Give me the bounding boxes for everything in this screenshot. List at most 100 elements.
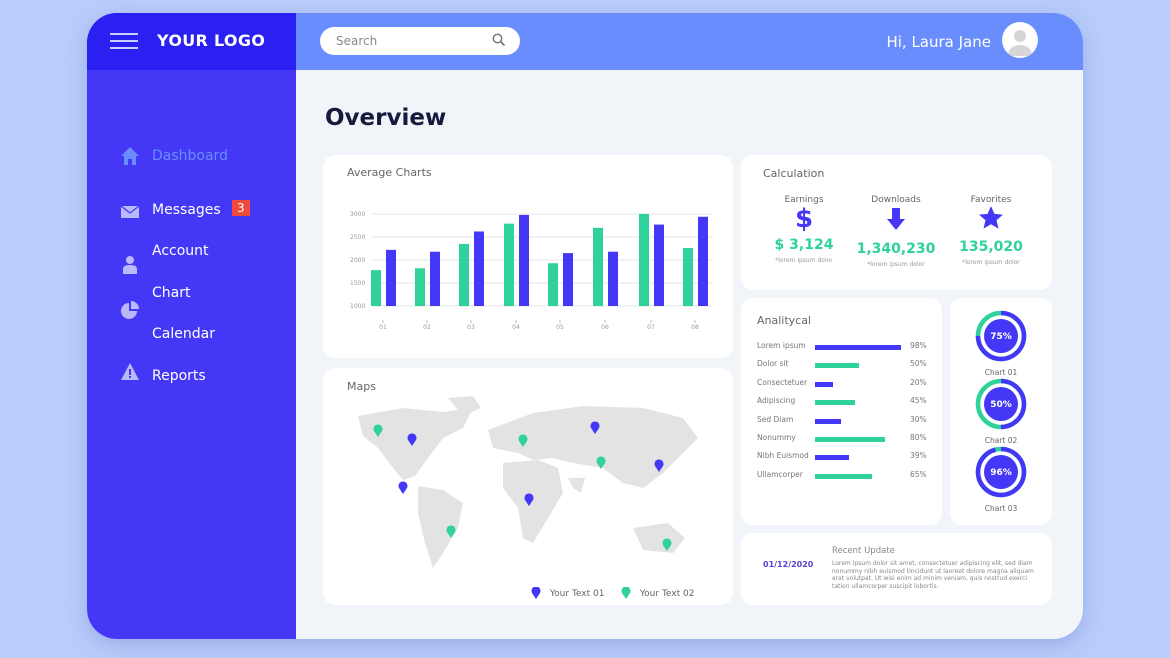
- row-percent: 50%: [910, 359, 927, 369]
- update-text: Lorem ipsum dolor sit amet, consectetuer…: [832, 560, 1034, 590]
- greeting: Hi, Laura Jane: [886, 33, 991, 51]
- envelope-icon: [120, 205, 140, 218]
- sidebar-item-label: Messages: [152, 202, 221, 218]
- sidebar-item-label: Calendar: [152, 326, 215, 342]
- page-title: Overview: [325, 105, 447, 131]
- row-label: Dolor sit: [757, 359, 789, 369]
- row-percent: 39%: [910, 451, 927, 461]
- map-pin-green-icon: [621, 586, 631, 599]
- donut-percent: 75%: [990, 332, 1012, 342]
- donut-percent: 96%: [990, 468, 1012, 478]
- progress-bar: [815, 473, 873, 479]
- x-tick-label: 08: [691, 324, 699, 331]
- sidebar: YOUR LOGO Dashboard Messages 3 Account C…: [87, 13, 296, 639]
- recent-update-card: 01/12/2020 Recent Update Lorem ipsum dol…: [741, 533, 1052, 605]
- map-pin-icon[interactable]: [398, 481, 408, 494]
- analytical-row: Adipiscing 45%: [757, 396, 927, 408]
- search-input[interactable]: Search: [320, 27, 520, 55]
- user-avatar-icon[interactable]: [1002, 22, 1038, 58]
- continents: [358, 396, 698, 568]
- map-pin-blue-icon: [531, 586, 541, 599]
- progress-bar: [815, 455, 850, 461]
- y-tick-label: 3000: [350, 211, 365, 218]
- analytical-row: Ullamcorper 65%: [757, 470, 927, 482]
- bar-04-series-2: [519, 214, 529, 306]
- row-percent: 80%: [910, 433, 927, 442]
- row-label: Adipiscing: [757, 396, 796, 406]
- hamburger-icon[interactable]: [110, 33, 138, 49]
- maps-card: Maps Your Text 01 Your Text 02: [323, 368, 733, 605]
- progress-bar: [815, 437, 886, 442]
- legend-item-02: Your Text 02: [621, 586, 694, 599]
- dollar-icon: $: [794, 204, 814, 234]
- dashboard-window: YOUR LOGO Dashboard Messages 3 Account C…: [87, 13, 1083, 639]
- row-percent: 98%: [910, 341, 927, 350]
- card-title: Calculation: [763, 167, 825, 180]
- average-charts-card: Average Charts 3000 2500 2000 1500 1000 01 02 0…: [323, 155, 733, 358]
- top-bar: Search Hi, Laura Jane: [296, 13, 1083, 70]
- bar-05-series-2: [563, 253, 573, 306]
- stat-earnings: Earnings $ $ 3,124 *lorem ipsum dolor: [754, 195, 854, 264]
- bar-08-series-2: [698, 216, 708, 306]
- progress-bar: [815, 381, 833, 387]
- bar-05-series-1: [548, 263, 558, 306]
- update-date: 01/12/2020: [763, 560, 814, 569]
- arrow-down-icon: [887, 208, 905, 230]
- y-tick-label: 2500: [350, 234, 365, 241]
- analytical-row: Sed Diam 30%: [757, 415, 927, 427]
- row-label: Ullamcorper: [757, 469, 803, 479]
- y-tick-label: 1500: [350, 280, 365, 287]
- donut-label: Chart 01: [984, 368, 1018, 377]
- calculation-card: Calculation Earnings $ $ 3,124 *lorem ip…: [741, 155, 1052, 290]
- row-label: Lorem ipsum: [757, 341, 806, 350]
- row-label: Nonummy: [757, 433, 796, 442]
- donut-chart: 75% Chart 01: [975, 310, 1027, 377]
- x-tick-label: 01: [379, 324, 387, 331]
- bar-04-series-1: [504, 223, 514, 306]
- bar-03-series-1: [459, 243, 469, 306]
- bar-chart: 3000 2500 2000 1500 1000 01 02 03 04 05 06 07 08: [350, 211, 713, 331]
- sidebar-item-label: Account: [152, 243, 209, 259]
- card-title: Analitycal: [757, 314, 812, 327]
- x-tick-label: 02: [423, 324, 431, 331]
- donut-percent: 50%: [990, 400, 1012, 410]
- pie-chart-icon: [121, 301, 139, 319]
- user-icon: [123, 256, 137, 274]
- donut-label: Chart 02: [984, 436, 1018, 445]
- bar-07-series-2: [654, 224, 664, 306]
- magnifier-icon[interactable]: [492, 33, 506, 47]
- home-icon: [121, 147, 139, 165]
- x-tick-label: 04: [512, 324, 520, 331]
- analytical-card: Analitycal Lorem ipsum 98% Dolor sit 50% Con…: [741, 298, 942, 525]
- star-icon: [979, 206, 1003, 229]
- x-tick-label: 06: [601, 324, 609, 331]
- bar-01-series-1: [371, 270, 381, 306]
- analytical-row: Nonummy 80%: [757, 433, 927, 445]
- row-label: Nibh Euismod: [757, 451, 809, 461]
- bar-02-series-2: [430, 251, 440, 306]
- y-tick-label: 2000: [350, 257, 365, 264]
- messages-badge: 3: [232, 200, 250, 216]
- row-percent: 20%: [910, 377, 927, 387]
- progress-bar: [815, 363, 859, 369]
- bar-07-series-1: [639, 214, 649, 306]
- logo-bar: YOUR LOGO: [87, 13, 296, 70]
- row-label: Consectetuer: [757, 377, 808, 387]
- bar-01-series-2: [386, 249, 396, 306]
- sidebar-item-label: Reports: [152, 368, 206, 384]
- row-label: Sed Diam: [757, 414, 794, 424]
- progress-bar: [815, 400, 855, 406]
- logo: YOUR LOGO: [157, 31, 266, 50]
- analytical-row: Consectetuer 20%: [757, 378, 927, 390]
- bar-02-series-1: [415, 268, 425, 306]
- legend-item-01: Your Text 01: [531, 586, 604, 599]
- x-tick-label: 07: [647, 324, 655, 331]
- x-tick-label: 05: [556, 324, 564, 331]
- y-tick-label: 1000: [350, 303, 365, 310]
- stat-downloads: Downloads 1,340,230 *lorem ipsum dolor: [856, 195, 936, 268]
- donut-chart: 50% Chart 02: [975, 378, 1027, 445]
- analytical-row: Dolor sit 50%: [757, 359, 927, 371]
- bar-08-series-1: [683, 248, 693, 306]
- bar-03-series-2: [474, 231, 484, 306]
- row-percent: 45%: [910, 396, 927, 406]
